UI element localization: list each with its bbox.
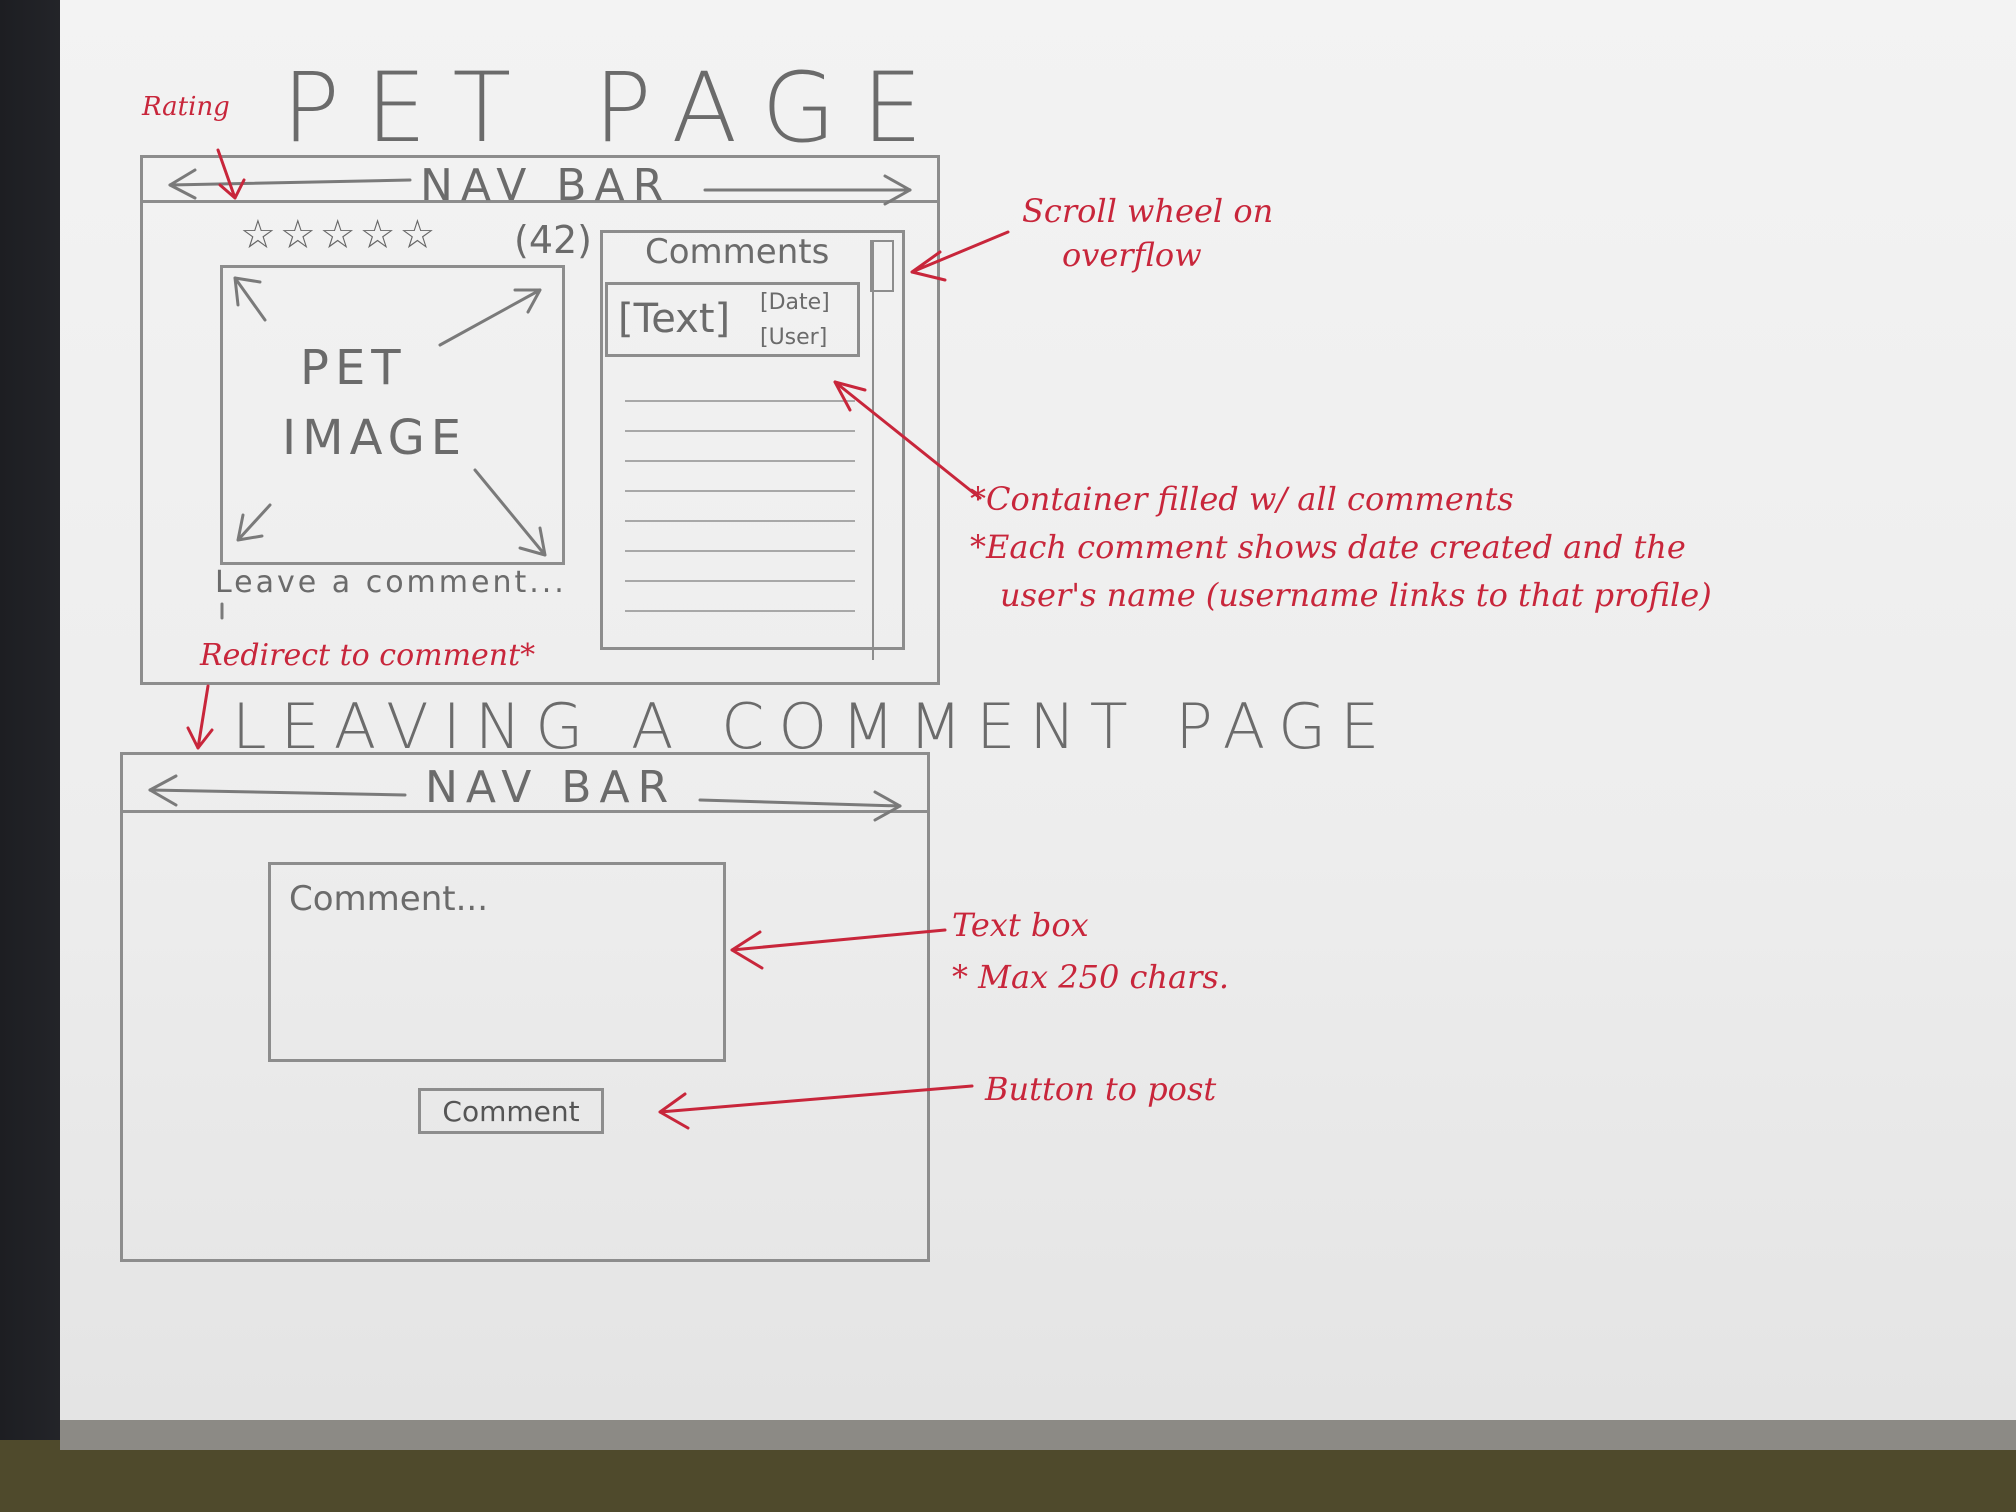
sketch-arrows — [148, 148, 1010, 1130]
